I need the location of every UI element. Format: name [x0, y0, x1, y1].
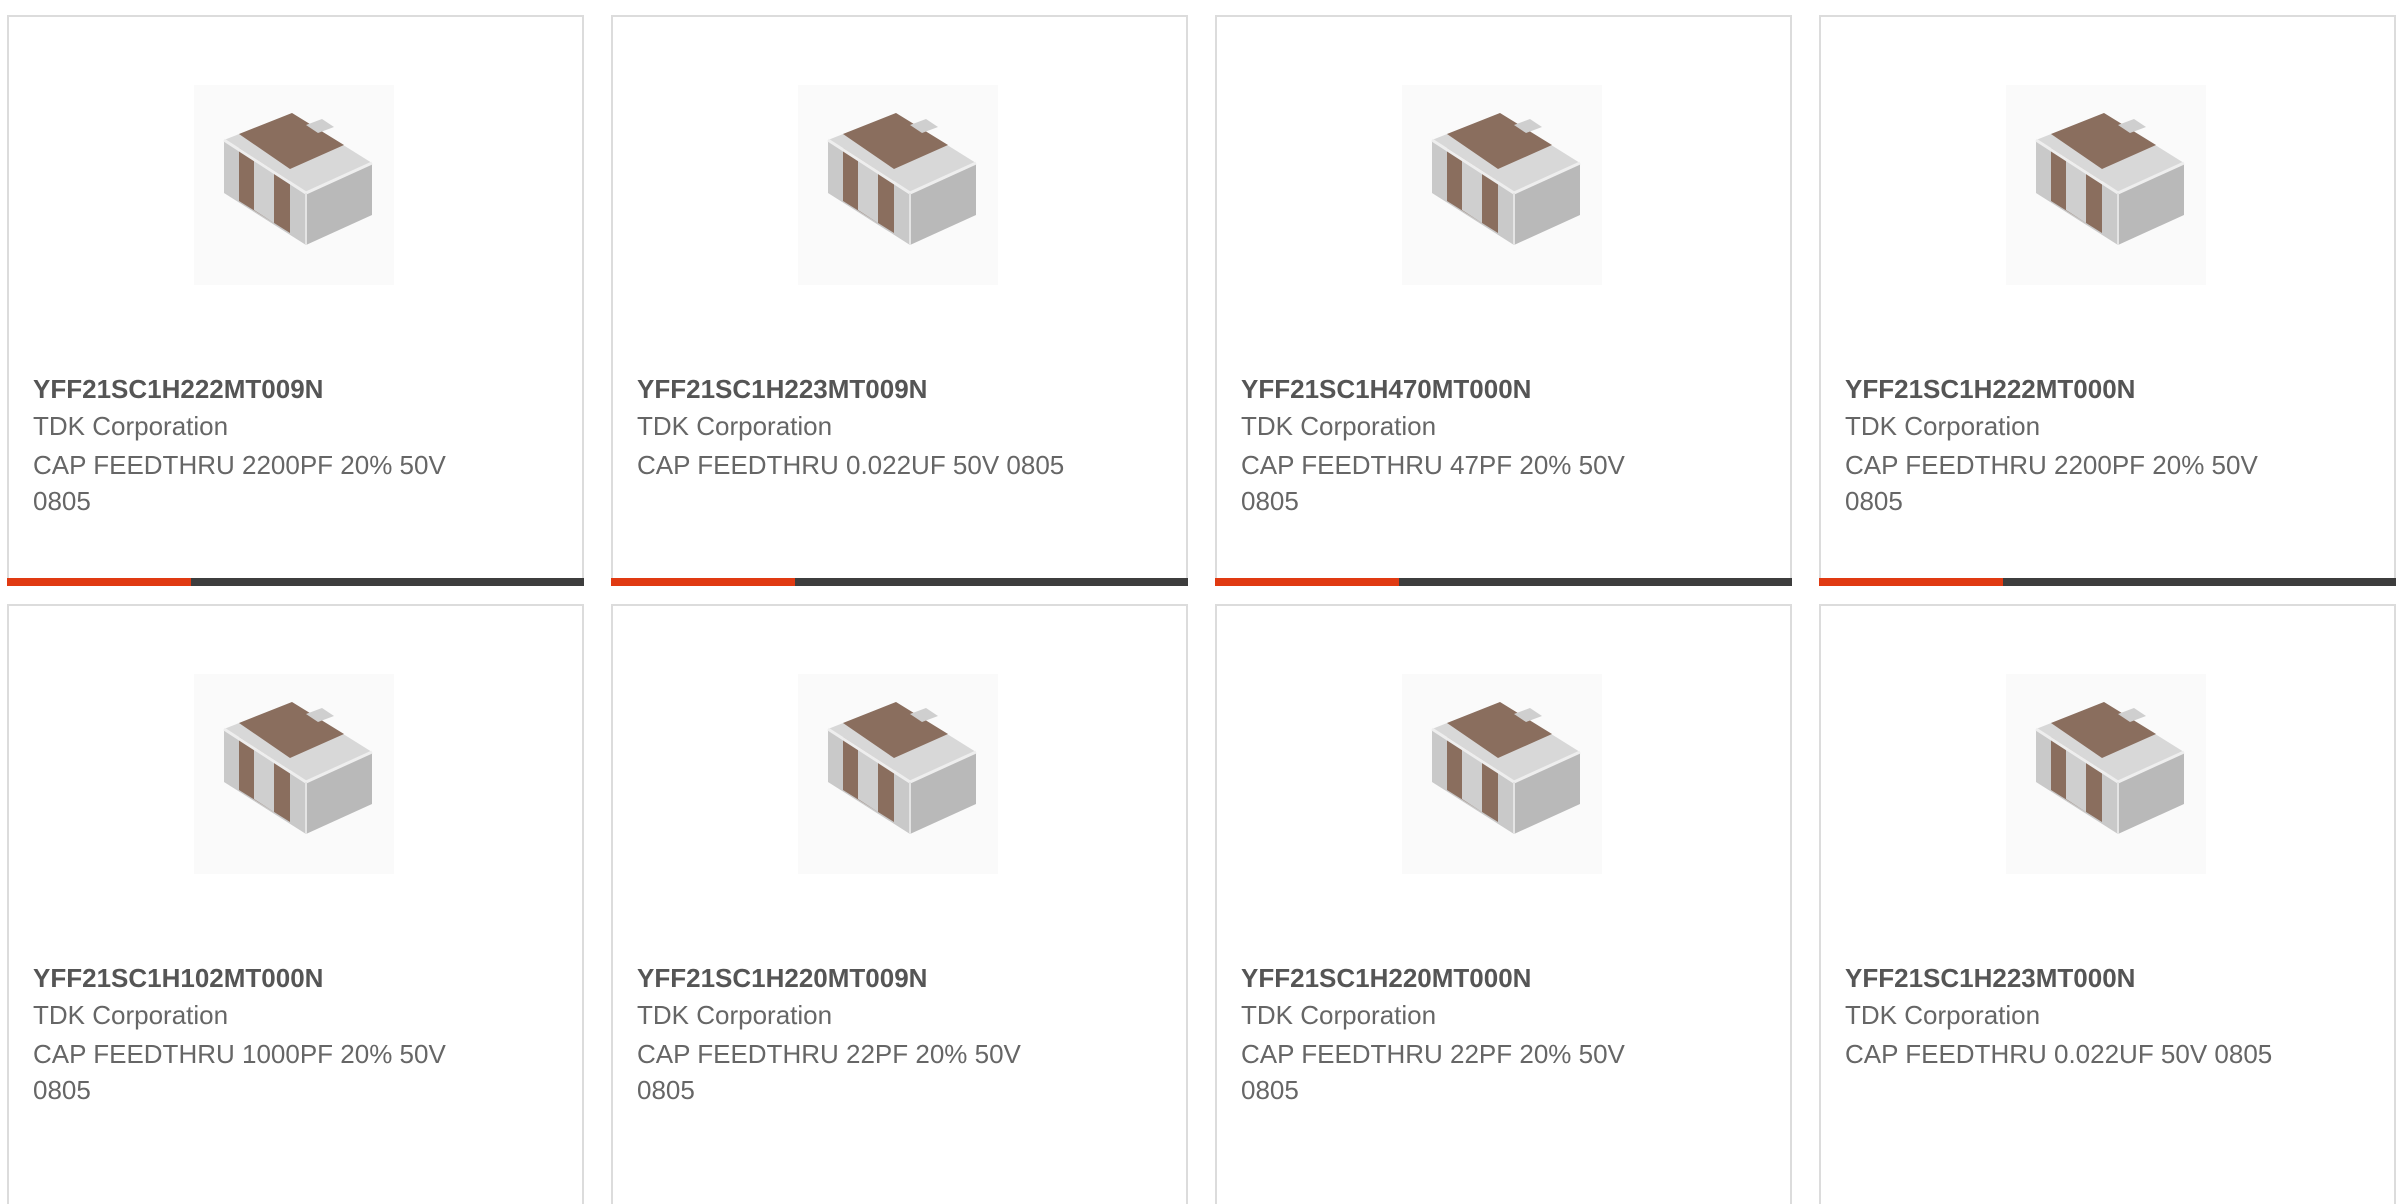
- part-number[interactable]: YFF21SC1H222MT009N: [33, 374, 323, 405]
- manufacturer: TDK Corporation: [637, 411, 833, 441]
- smd-capacitor-image: [798, 674, 998, 874]
- description: CAP FEEDTHRU 0.022UF 50V 0805: [637, 450, 1065, 480]
- part-number[interactable]: YFF21SC1H220MT009N: [637, 963, 927, 994]
- smd-capacitor-image: [2006, 674, 2206, 874]
- smd-capacitor-image: [2006, 85, 2206, 285]
- card-bottom-bar: [1215, 578, 1792, 586]
- part-number[interactable]: YFF21SC1H470MT000N: [1241, 374, 1531, 405]
- description: CAP FEEDTHRU 2200PF 20% 50V 0805: [33, 450, 446, 516]
- smd-capacitor-image: [1402, 85, 1602, 285]
- description: CAP FEEDTHRU 1000PF 20% 50V 0805: [33, 1039, 446, 1105]
- manufacturer: TDK Corporation: [1241, 1000, 1437, 1030]
- product-card[interactable]: YFF21SC1H223MT009N TDK Corporation CAP F…: [611, 15, 1188, 586]
- product-card[interactable]: YFF21SC1H470MT000N TDK Corporation CAP F…: [1215, 15, 1792, 586]
- description: CAP FEEDTHRU 22PF 20% 50V 0805: [637, 1039, 1021, 1105]
- product-card[interactable]: YFF21SC1H102MT000N TDK Corporation CAP F…: [7, 604, 584, 1204]
- manufacturer: TDK Corporation: [33, 1000, 229, 1030]
- smd-capacitor-image: [194, 674, 394, 874]
- card-accent-bar: [7, 578, 191, 586]
- product-grid: YFF21SC1H222MT009N TDK Corporation CAP F…: [0, 0, 2400, 1204]
- product-card[interactable]: YFF21SC1H222MT009N TDK Corporation CAP F…: [7, 15, 584, 586]
- manufacturer: TDK Corporation: [637, 1000, 833, 1030]
- card-bottom-bar: [1819, 578, 2396, 586]
- part-number[interactable]: YFF21SC1H102MT000N: [33, 963, 323, 994]
- card-accent-bar: [611, 578, 795, 586]
- manufacturer: TDK Corporation: [1845, 1000, 2041, 1030]
- product-card[interactable]: YFF21SC1H223MT000N TDK Corporation CAP F…: [1819, 604, 2396, 1204]
- smd-capacitor-image: [1402, 674, 1602, 874]
- card-bottom-bar: [611, 578, 1188, 586]
- part-number[interactable]: YFF21SC1H220MT000N: [1241, 963, 1531, 994]
- product-card[interactable]: YFF21SC1H220MT009N TDK Corporation CAP F…: [611, 604, 1188, 1204]
- part-number[interactable]: YFF21SC1H222MT000N: [1845, 374, 2135, 405]
- manufacturer: TDK Corporation: [33, 411, 229, 441]
- smd-capacitor-image: [798, 85, 998, 285]
- description: CAP FEEDTHRU 2200PF 20% 50V 0805: [1845, 450, 2258, 516]
- product-card[interactable]: YFF21SC1H222MT000N TDK Corporation CAP F…: [1819, 15, 2396, 586]
- description: CAP FEEDTHRU 47PF 20% 50V 0805: [1241, 450, 1625, 516]
- card-accent-bar: [1819, 578, 2003, 586]
- product-card[interactable]: YFF21SC1H220MT000N TDK Corporation CAP F…: [1215, 604, 1792, 1204]
- manufacturer: TDK Corporation: [1845, 411, 2041, 441]
- part-number[interactable]: YFF21SC1H223MT009N: [637, 374, 927, 405]
- manufacturer: TDK Corporation: [1241, 411, 1437, 441]
- part-number[interactable]: YFF21SC1H223MT000N: [1845, 963, 2135, 994]
- card-accent-bar: [1215, 578, 1399, 586]
- card-bottom-bar: [7, 578, 584, 586]
- description: CAP FEEDTHRU 0.022UF 50V 0805: [1845, 1039, 2273, 1069]
- description: CAP FEEDTHRU 22PF 20% 50V 0805: [1241, 1039, 1625, 1105]
- smd-capacitor-image: [194, 85, 394, 285]
